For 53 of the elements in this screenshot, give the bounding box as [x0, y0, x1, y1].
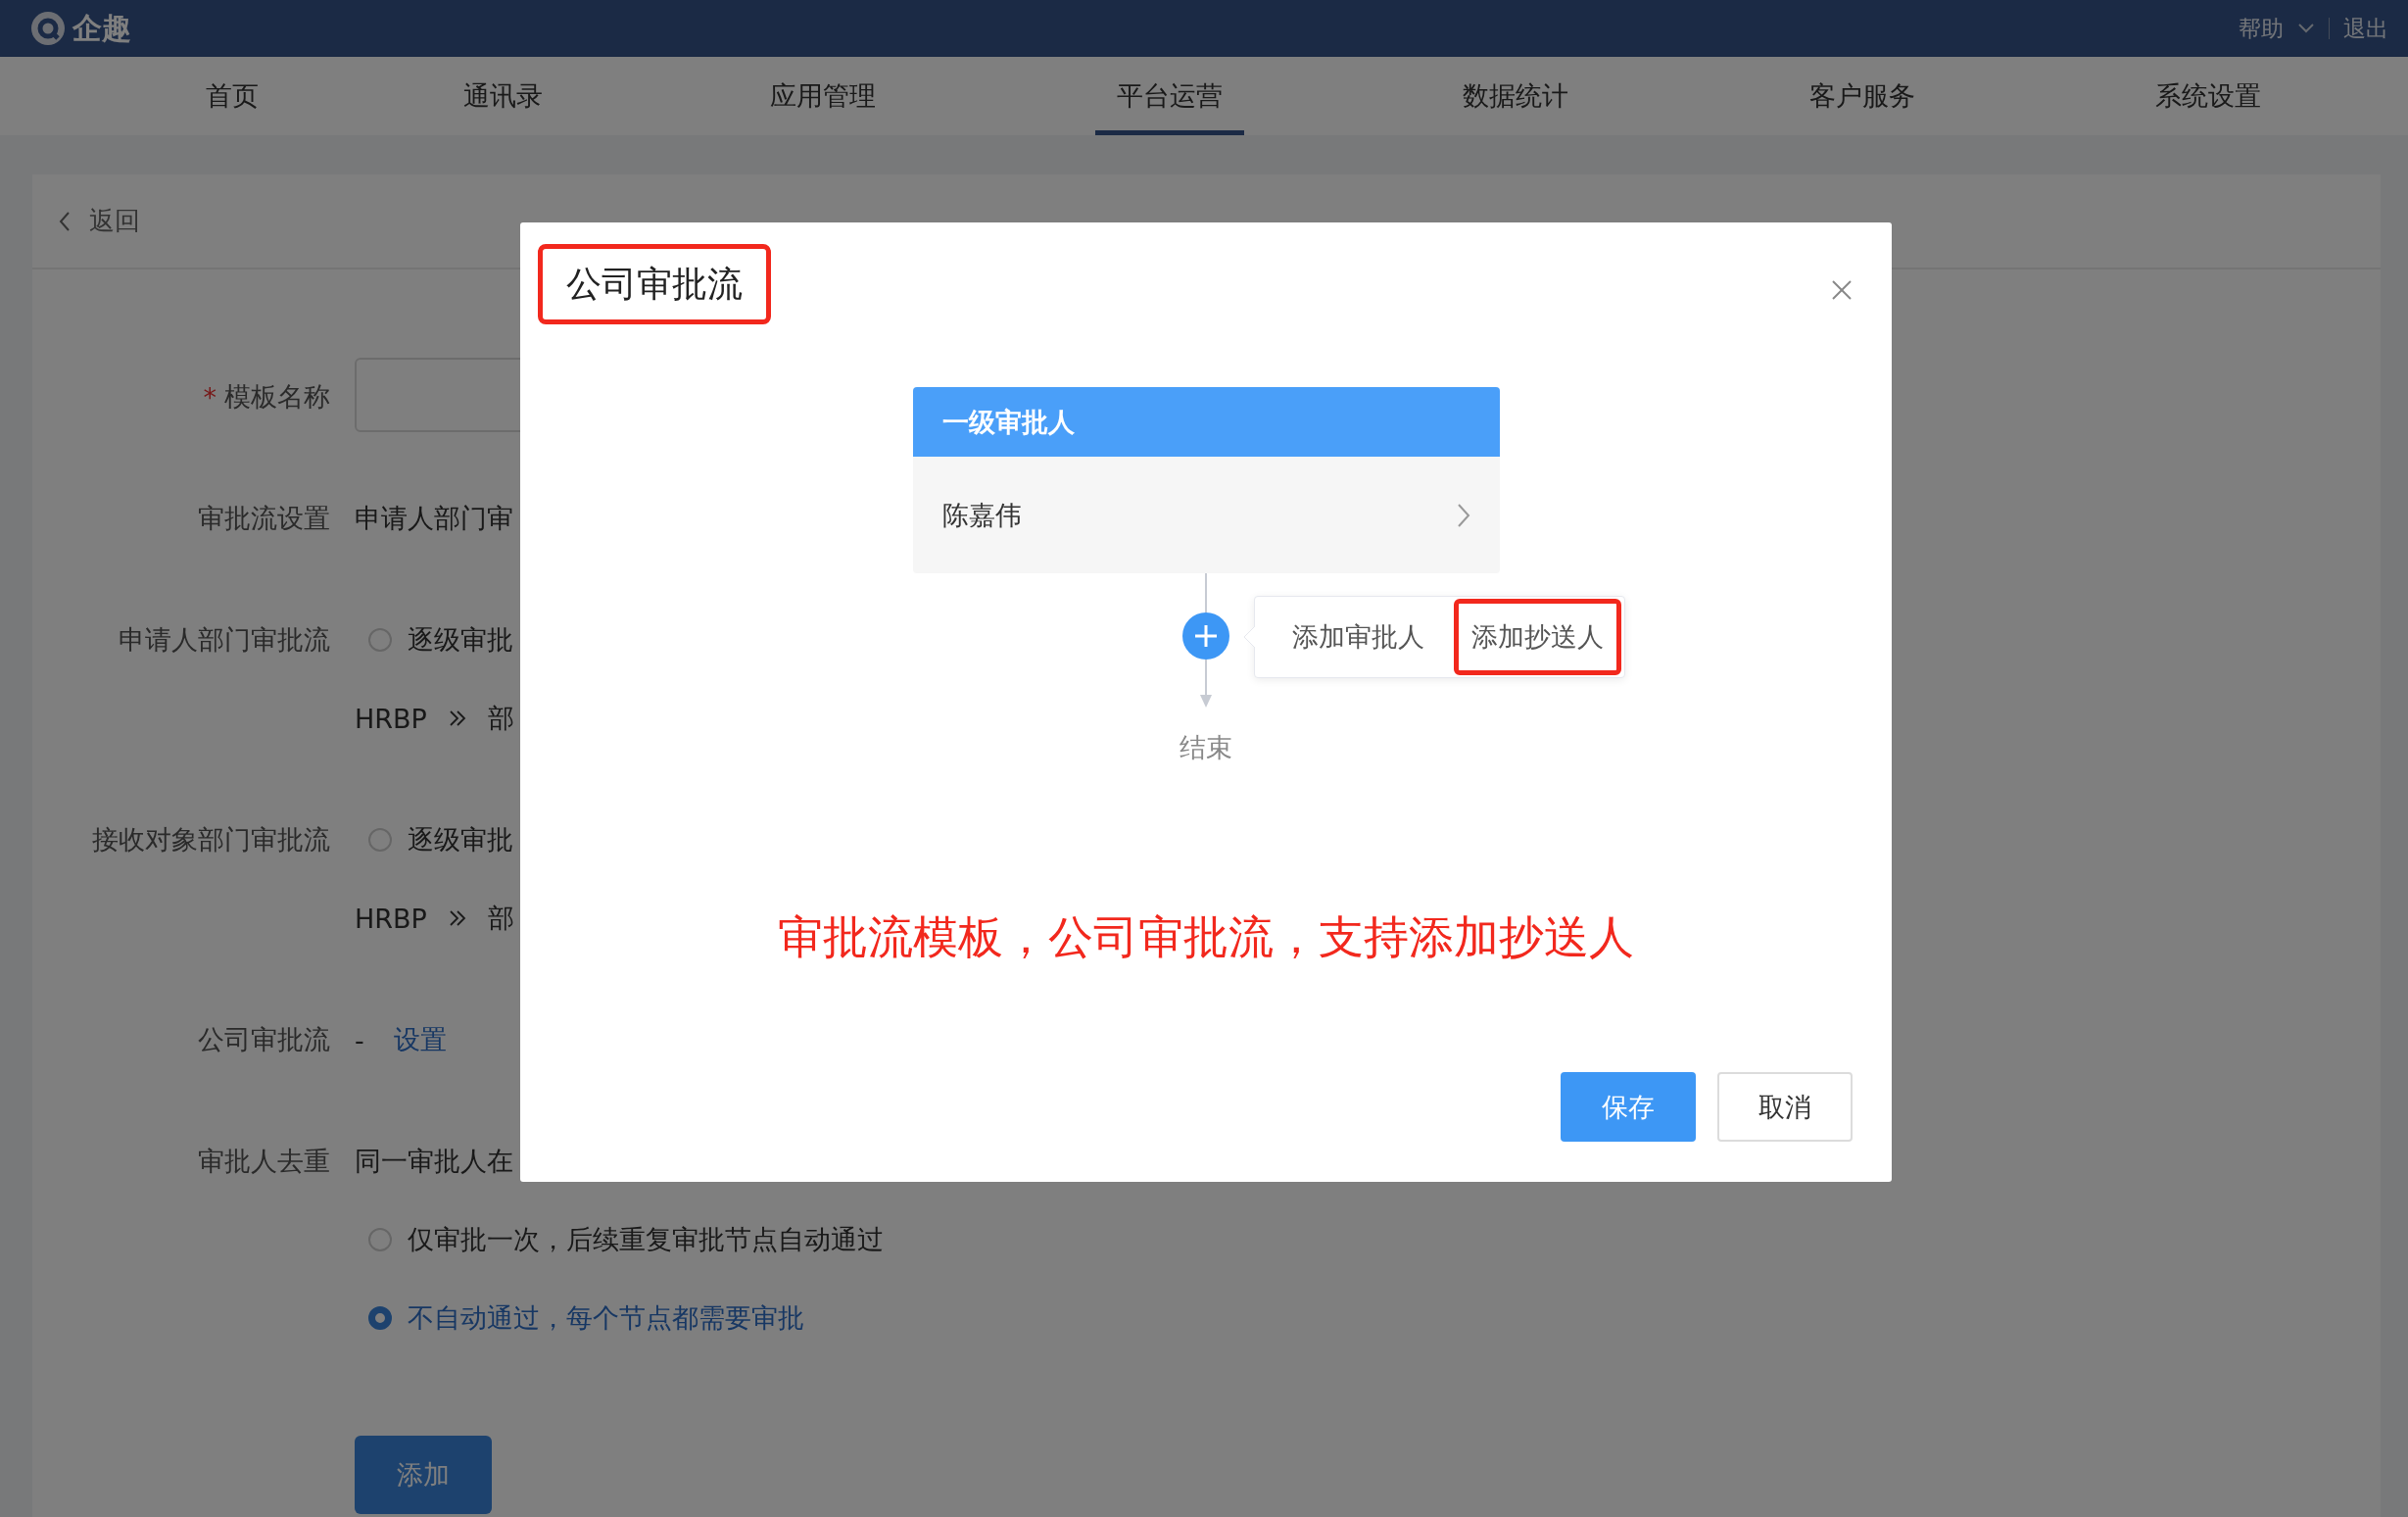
back-link[interactable]: 返回	[58, 204, 140, 238]
nav-tab[interactable]: 客户服务	[1788, 57, 1937, 135]
field-label: 模板名称	[224, 380, 330, 414]
field-value: 申请人部门审	[355, 502, 513, 535]
radio-button[interactable]	[368, 1306, 392, 1330]
radio-button[interactable]	[368, 828, 392, 852]
add-icon	[1182, 612, 1229, 660]
cancel-button[interactable]: 取消	[1717, 1072, 1853, 1142]
approver-name: 陈嘉伟	[941, 498, 1022, 532]
chain-step: HRBP	[355, 903, 427, 934]
nav-tab[interactable]: 系统设置	[2134, 57, 2283, 135]
chain-step: 部	[487, 901, 514, 936]
logo-icon	[29, 10, 67, 47]
end-label: 结束	[1180, 731, 1232, 764]
nav-tab[interactable]: 通讯录	[441, 57, 564, 135]
radio-label: 逐级审批	[408, 823, 513, 856]
logout-link[interactable]: 退出	[2343, 13, 2388, 44]
nav-tab[interactable]: 数据统计	[1441, 57, 1590, 135]
chain-step: HRBP	[355, 703, 427, 734]
logo-text: 企趣	[72, 9, 131, 47]
field-label: 审批人去重	[198, 1145, 330, 1178]
radio-label: 不自动通过，每个节点都需要审批	[408, 1301, 804, 1335]
field-label: 公司审批流	[198, 1023, 330, 1056]
arrow-down-icon	[1199, 660, 1213, 708]
required-mark: *	[203, 381, 217, 413]
chevron-down-icon	[2297, 23, 2315, 34]
settings-link[interactable]: 设置	[393, 1022, 447, 1057]
radio-button[interactable]	[368, 1228, 392, 1251]
menu-item[interactable]: 添加审批人	[1275, 599, 1442, 675]
annotation-text: 审批流模板，公司审批流，支持添加抄送人	[778, 909, 1634, 965]
double-chevron-icon	[448, 710, 466, 727]
node-header: 一级审批人	[912, 387, 1500, 457]
save-button[interactable]: 保存	[1561, 1072, 1696, 1142]
help-menu[interactable]: 帮助	[2239, 13, 2284, 44]
chevron-left-icon	[58, 210, 72, 232]
approver-row[interactable]: 陈嘉伟	[912, 457, 1500, 573]
menu-item[interactable]: 添加抄送人	[1454, 599, 1621, 675]
field-label: 审批流设置	[198, 502, 330, 535]
radio-button[interactable]	[368, 628, 392, 652]
double-chevron-icon	[448, 909, 466, 927]
close-icon[interactable]	[1831, 279, 1853, 301]
field-value: -	[355, 1024, 364, 1055]
field-value: 同一审批人在	[355, 1145, 513, 1178]
nav-tab[interactable]: 应用管理	[748, 57, 897, 135]
radio-label: 仅审批一次，后续重复审批节点自动通过	[408, 1223, 884, 1256]
chevron-right-icon	[1456, 502, 1470, 528]
field-label: 接收对象部门审批流	[92, 823, 330, 856]
chain-step: 部	[487, 701, 514, 736]
field-label: 申请人部门审批流	[119, 623, 330, 657]
radio-label: 逐级审批	[408, 623, 513, 657]
modal-title: 公司审批流	[538, 244, 771, 324]
nav-tab[interactable]: 首页	[184, 57, 280, 135]
add-button[interactable]: 添加	[355, 1436, 492, 1514]
